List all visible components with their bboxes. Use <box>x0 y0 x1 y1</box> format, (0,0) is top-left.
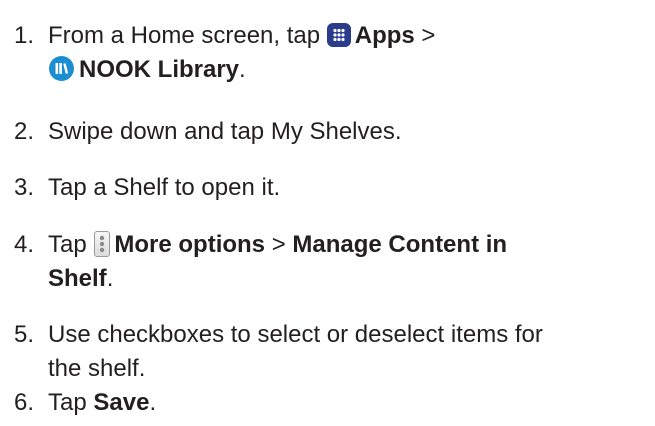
step-text: Use checkboxes to select or deselect ite… <box>48 321 543 382</box>
step-text: Tap Save. <box>48 389 157 416</box>
save-label: Save <box>93 389 150 416</box>
step-number: 6. <box>14 389 35 416</box>
nook-library-icon <box>49 56 74 82</box>
manage-content-label: Manage Content in <box>292 231 508 258</box>
more-options-label: More options <box>114 231 266 258</box>
step-number: 2. <box>14 118 35 145</box>
step-number: 5. <box>14 321 35 348</box>
step-number: 1. <box>14 22 35 49</box>
step-number: 3. <box>14 174 35 201</box>
nook-library-label: NOOK Library <box>79 56 240 83</box>
step-text: Tap a Shelf to open it. <box>48 174 281 201</box>
step-text: Tap More options > Manage Content in She… <box>48 230 508 292</box>
manage-content-label-cont: Shelf <box>48 265 107 292</box>
step-number: 4. <box>14 231 35 258</box>
apps-grid-icon <box>326 22 351 47</box>
apps-label: Apps <box>354 22 415 49</box>
more-options-icon <box>94 230 111 257</box>
step-text: Swipe down and tap My Shelves. <box>48 118 402 145</box>
step-text: From a Home screen, tap Apps > NOOK Libr… <box>48 22 436 83</box>
